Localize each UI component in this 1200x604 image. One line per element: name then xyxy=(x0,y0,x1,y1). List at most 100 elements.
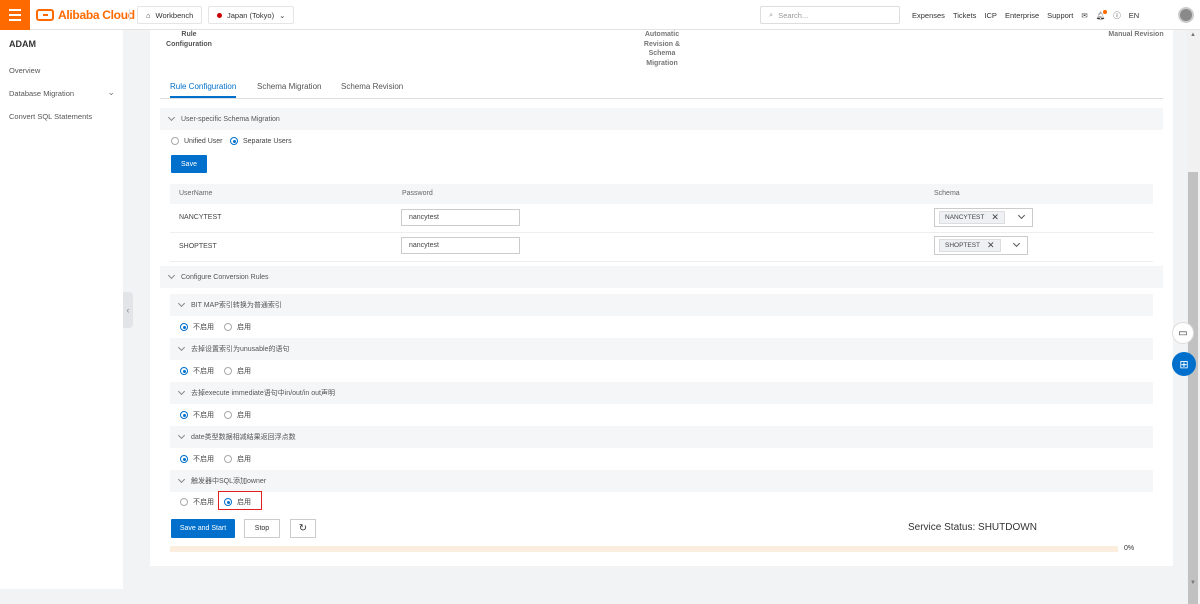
brand-logo[interactable]: Alibaba Cloud xyxy=(36,7,135,23)
chevron-down-icon xyxy=(1012,239,1021,248)
stop-button[interactable]: Stop xyxy=(244,519,280,538)
radio-rule-disable[interactable]: 不启用 xyxy=(180,410,214,420)
radio-label: 不启用 xyxy=(193,499,214,506)
sidebar-item-label: Database Migration xyxy=(9,89,75,98)
rule-header[interactable]: 触发器中SQL添加owner xyxy=(170,470,1153,492)
sidebar-item-database-migration[interactable]: Database Migration ⌄ xyxy=(9,87,115,98)
sidebar-item-convert-sql[interactable]: Convert SQL Statements xyxy=(9,112,92,121)
radio-circle xyxy=(180,323,188,331)
sidebar-item-overview[interactable]: Overview xyxy=(9,66,40,75)
link-support[interactable]: Support xyxy=(1047,11,1073,20)
section-conversion-header[interactable]: Configure Conversion Rules xyxy=(160,266,1163,288)
tab-schema-revision[interactable]: Schema Revision xyxy=(341,82,403,91)
search-icon: ⌕ xyxy=(769,10,774,19)
sidebar-collapse-handle[interactable]: ‹ xyxy=(123,292,133,328)
scrollbar-thumb[interactable] xyxy=(1188,172,1198,604)
step-rule-configuration: Rule Configuration xyxy=(162,30,216,49)
top-bar: Alibaba Cloud ⌂ Workbench Japan (Tokyo) … xyxy=(0,0,1200,30)
radio-rule-disable[interactable]: 不启用 xyxy=(180,366,214,376)
chevron-down-icon xyxy=(1017,211,1026,220)
progress-bar xyxy=(170,546,1118,552)
step-label: Automatic xyxy=(644,31,680,38)
tab-schema-migration[interactable]: Schema Migration xyxy=(257,82,321,91)
radio-circle xyxy=(180,455,188,463)
save-and-start-button[interactable]: Save and Start xyxy=(171,519,235,538)
search-placeholder: Search... xyxy=(778,10,809,20)
radio-circle xyxy=(180,411,188,419)
chevron-down-icon xyxy=(167,271,176,280)
radio-rule-disable[interactable]: 不启用 xyxy=(180,322,214,332)
link-tickets[interactable]: Tickets xyxy=(953,11,976,20)
link-enterprise[interactable]: Enterprise xyxy=(1005,11,1039,20)
chevron-down-icon xyxy=(177,387,186,396)
schema-tag: NANCYTEST ✕ xyxy=(939,211,1005,224)
step-manual-revision: Manual Revision xyxy=(1108,31,1164,38)
highlight-box xyxy=(218,491,262,510)
language-switch[interactable]: EN xyxy=(1129,11,1139,20)
rule-header[interactable]: 去掉设置索引为unusable的语句 xyxy=(170,338,1153,360)
column-schema: Schema xyxy=(934,190,960,197)
radio-circle xyxy=(171,137,179,145)
radio-label: 不启用 xyxy=(193,324,214,331)
menu-icon[interactable] xyxy=(0,0,30,30)
table-row: NANCYTEST nancytest NANCYTEST ✕ xyxy=(170,204,1153,233)
chevron-down-icon: ⌄ xyxy=(107,87,115,97)
scroll-down-icon[interactable]: ▼ xyxy=(1190,580,1196,586)
radio-circle xyxy=(224,455,232,463)
workbench-button[interactable]: ⌂ Workbench xyxy=(137,6,203,24)
scrollbar[interactable]: ▲ ▼ xyxy=(1187,30,1200,604)
radio-separate-users[interactable]: Separate Users xyxy=(230,137,292,145)
feedback-icon[interactable]: ▭ xyxy=(1172,322,1194,344)
alibaba-cloud-logo-icon xyxy=(36,9,54,21)
main-panel: Rule Configuration Automatic Revision & … xyxy=(150,30,1173,566)
rule-header[interactable]: 去掉execute immediate语句中in/out/in out声明 xyxy=(170,382,1153,404)
schema-tag-label: SHOPTEST xyxy=(945,242,981,249)
mail-icon[interactable]: ✉ xyxy=(1081,11,1087,20)
avatar[interactable] xyxy=(1178,7,1194,23)
radio-rule-enable[interactable]: 启用 xyxy=(224,410,251,420)
bell-icon[interactable]: 🔔︎ xyxy=(1096,9,1108,20)
password-field[interactable]: nancytest xyxy=(401,237,520,254)
rule-header[interactable]: date类型数据相减结果返回浮点数 xyxy=(170,426,1153,448)
step-label: Configuration xyxy=(166,40,212,48)
close-icon[interactable]: ✕ xyxy=(987,240,995,251)
chevron-down-icon xyxy=(177,475,186,484)
chevron-down-icon xyxy=(177,299,186,308)
chevron-down-icon xyxy=(177,431,186,440)
refresh-icon[interactable]: ↻ xyxy=(290,519,316,538)
step-label: Rule xyxy=(181,31,197,38)
chevron-down-icon: ⌄ xyxy=(279,10,286,20)
japan-flag-icon xyxy=(217,12,222,18)
rule-title: date类型数据相减结果返回浮点数 xyxy=(191,434,296,441)
scroll-up-icon[interactable]: ▲ xyxy=(1190,32,1196,38)
radio-rule-disable[interactable]: 不启用 xyxy=(180,454,214,464)
tab-rule-configuration[interactable]: Rule Configuration xyxy=(170,82,237,98)
section-user-schema-header[interactable]: User-specific Schema Migration xyxy=(160,108,1163,130)
radio-circle xyxy=(224,411,232,419)
link-icp[interactable]: ICP xyxy=(984,11,997,20)
radio-label: 不启用 xyxy=(193,368,214,375)
region-selector[interactable]: Japan (Tokyo) ⌄ xyxy=(208,6,295,24)
radio-circle xyxy=(224,367,232,375)
radio-label: 不启用 xyxy=(193,412,214,419)
divider xyxy=(129,9,130,21)
radio-rule-enable[interactable]: 启用 xyxy=(224,454,251,464)
apps-grid-icon[interactable]: ⊞ xyxy=(1172,352,1196,376)
rule-header[interactable]: BIT MAP索引转换为普通索引 xyxy=(170,294,1153,316)
radio-label: Unified User xyxy=(184,137,223,145)
radio-rule-enable[interactable]: 启用 xyxy=(224,366,251,376)
user-table-header: UserName Password Schema xyxy=(170,184,1153,204)
help-icon[interactable]: ⓘ xyxy=(1113,10,1121,21)
search-input[interactable]: ⌕ Search... xyxy=(760,6,900,24)
close-icon[interactable]: ✕ xyxy=(991,212,999,223)
radio-unified-user[interactable]: Unified User xyxy=(171,137,223,145)
save-button[interactable]: Save xyxy=(171,155,207,173)
schema-select[interactable]: NANCYTEST ✕ xyxy=(934,208,1033,227)
password-field[interactable]: nancytest xyxy=(401,209,520,226)
table-row: SHOPTEST nancytest SHOPTEST ✕ xyxy=(170,233,1153,262)
schema-select[interactable]: SHOPTEST ✕ xyxy=(934,236,1028,255)
schema-tag: SHOPTEST ✕ xyxy=(939,239,1001,252)
radio-rule-enable[interactable]: 启用 xyxy=(224,322,251,332)
radio-rule-disable[interactable]: 不启用 xyxy=(180,497,214,507)
link-expenses[interactable]: Expenses xyxy=(912,11,945,20)
